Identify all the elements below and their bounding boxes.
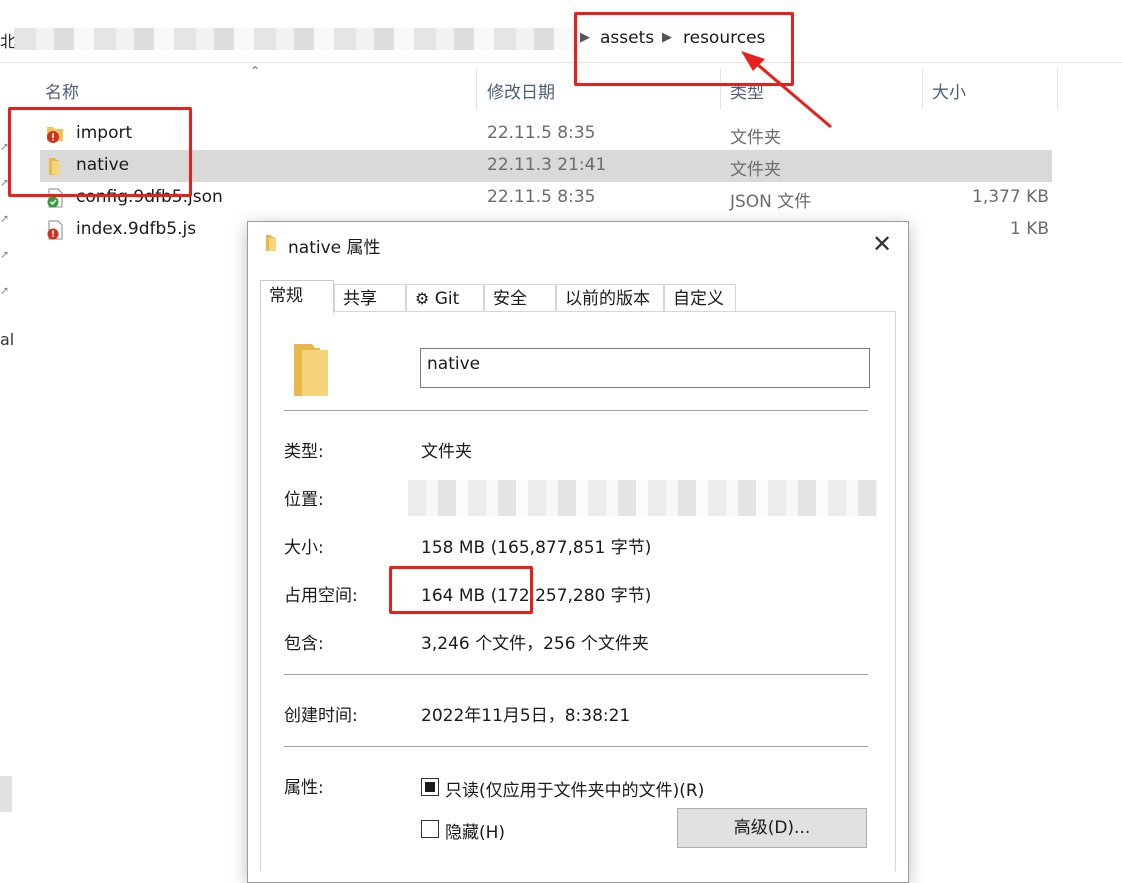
advanced-button[interactable]: 高级(D)...: [677, 808, 867, 848]
tab-label: 以前的版本: [565, 289, 650, 309]
column-header-size[interactable]: 大小: [932, 78, 966, 103]
file-name: index.9dfb5.js: [76, 219, 197, 239]
pin-icon[interactable]: ➚: [0, 284, 9, 297]
file-type: JSON 文件: [730, 192, 812, 212]
properties-dialog[interactable]: native 属性 ✕ 常规 共享 ⚙ Git 安全 以前的版本 自定义 nat…: [247, 221, 909, 883]
annotation-box-folders: [8, 107, 192, 197]
git-icon: ⚙: [415, 289, 430, 308]
column-divider[interactable]: [476, 68, 477, 110]
pin-icon[interactable]: ➚: [0, 212, 9, 225]
advanced-button-label: 高级(D)...: [733, 818, 811, 838]
folder-large-icon: [294, 344, 328, 396]
dialog-title: native 属性: [288, 238, 381, 258]
divider: [284, 674, 868, 675]
file-date: 22.11.5 8:35: [487, 187, 596, 207]
blurred-path: [14, 28, 574, 50]
column-header-name[interactable]: 名称: [45, 78, 79, 103]
created-value: 2022年11月5日，8:38:21: [421, 706, 631, 726]
hidden-label[interactable]: 隐藏(H): [445, 818, 505, 843]
file-date: 22.11.3 21:41: [487, 155, 607, 175]
close-icon[interactable]: ✕: [868, 230, 896, 258]
tab-label: 安全: [493, 289, 527, 309]
size-label: 大小:: [284, 538, 324, 558]
tab-label: Git: [434, 289, 460, 309]
tab-customize[interactable]: 自定义: [664, 284, 736, 312]
tab-label: 共享: [343, 289, 377, 309]
hidden-checkbox[interactable]: [421, 820, 439, 838]
file-date: 22.11.5 8:35: [487, 123, 596, 143]
attributes-label: 属性:: [284, 778, 324, 798]
folder-name-value: native: [427, 354, 481, 374]
contains-value: 3,246 个文件，256 个文件夹: [421, 634, 649, 654]
tab-previous-versions[interactable]: 以前的版本: [556, 284, 664, 312]
nav-pane-scrollbar[interactable]: [0, 776, 12, 812]
tab-general[interactable]: 常规: [260, 280, 334, 313]
tab-label: 自定义: [673, 289, 724, 309]
tab-sharing[interactable]: 共享: [334, 284, 406, 312]
type-label: 类型:: [284, 442, 324, 462]
sort-up-icon: ⌃: [250, 64, 261, 78]
readonly-checkbox[interactable]: [421, 778, 439, 796]
js-file-error-icon: [47, 220, 63, 240]
annotation-box-disk-size: [389, 566, 533, 614]
annotation-arrow: [741, 51, 832, 129]
disk-size-label: 占用空间:: [284, 586, 358, 606]
location-label: 位置:: [284, 490, 324, 510]
file-size: 1 KB: [1010, 219, 1050, 239]
file-type: 文件夹: [730, 160, 781, 180]
tab-label: 常规: [269, 286, 303, 306]
type-value: 文件夹: [421, 442, 472, 462]
created-label: 创建时间:: [284, 706, 358, 726]
column-divider[interactable]: [1057, 68, 1058, 110]
column-divider[interactable]: [922, 68, 923, 110]
divider: [284, 746, 868, 747]
file-size: 1,377 KB: [972, 187, 1049, 207]
tab-security[interactable]: 安全: [484, 284, 556, 312]
tab-git[interactable]: ⚙ Git: [406, 284, 484, 312]
contains-label: 包含:: [284, 634, 324, 654]
pin-icon[interactable]: ➚: [0, 248, 9, 261]
folder-icon: [266, 235, 276, 251]
divider: [284, 410, 868, 411]
column-header-modified[interactable]: 修改日期: [487, 78, 555, 103]
folder-name-input[interactable]: native: [420, 348, 870, 388]
size-value: 158 MB (165,877,851 字节): [421, 538, 652, 558]
nav-pane-text[interactable]: al: [0, 330, 14, 349]
location-value-blurred: [408, 480, 878, 516]
readonly-label[interactable]: 只读(仅应用于文件夹中的文件)(R): [445, 776, 704, 801]
